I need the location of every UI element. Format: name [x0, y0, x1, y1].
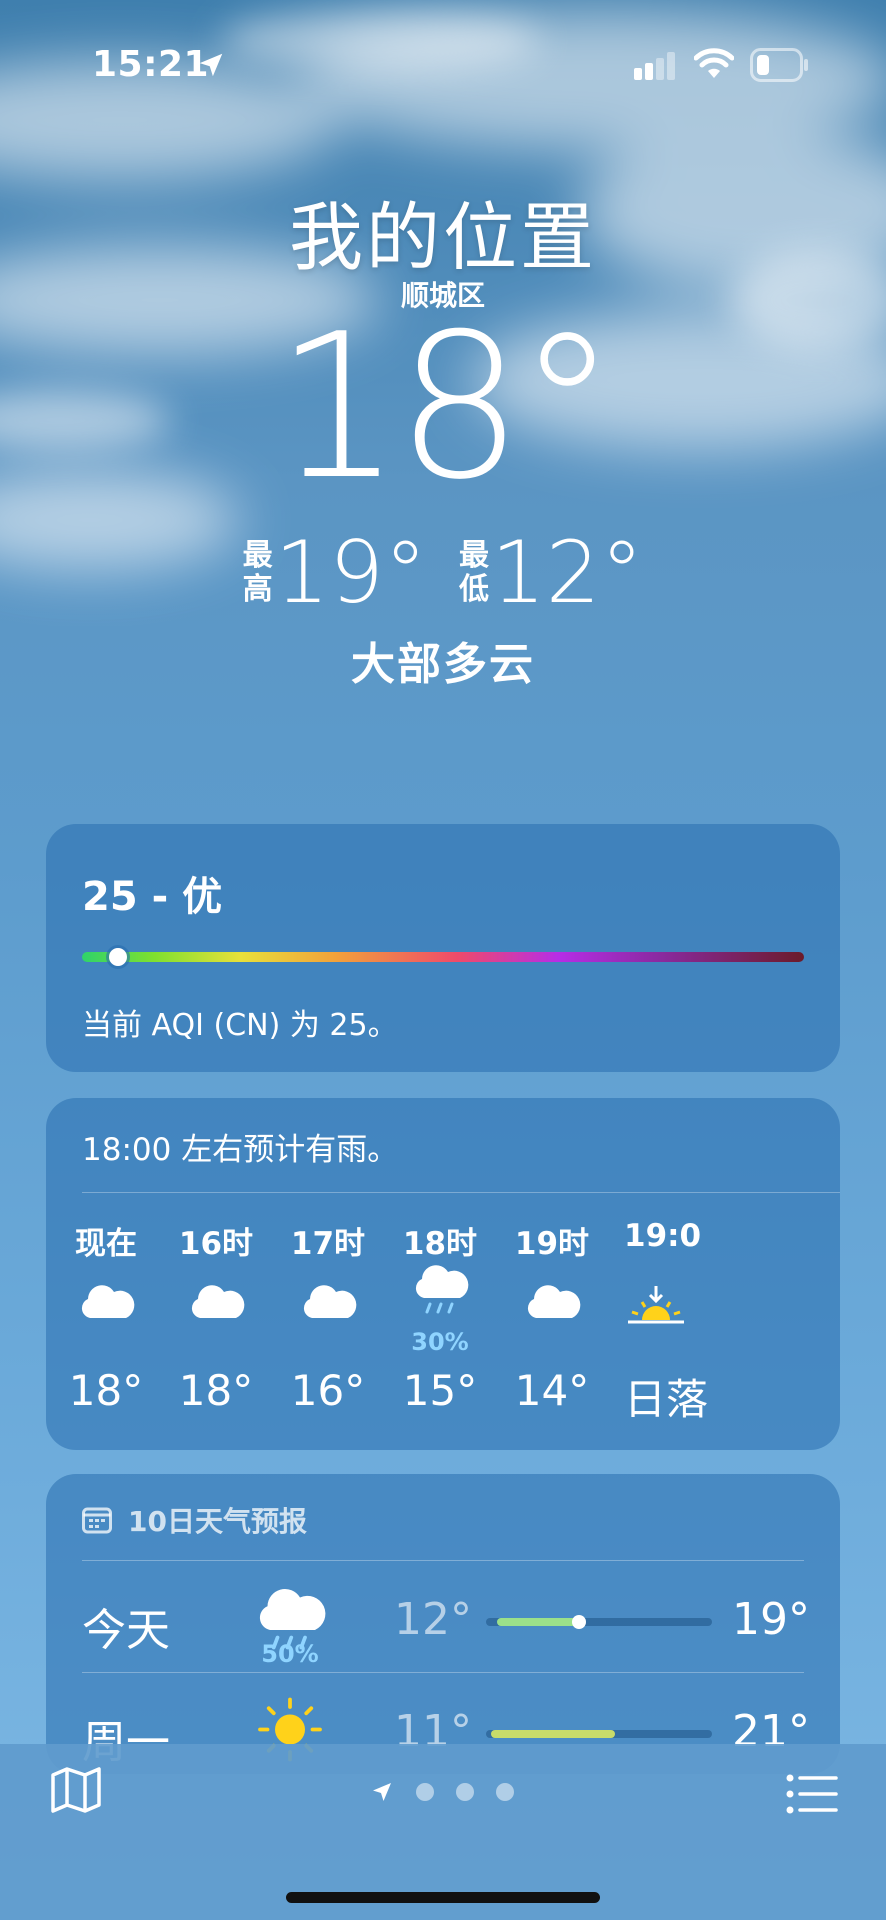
home-indicator[interactable]	[286, 1892, 600, 1903]
cloud-icon	[191, 1285, 245, 1318]
location-title: 我的位置	[289, 195, 597, 281]
cloud-icon	[303, 1285, 357, 1318]
temp-range-bar	[486, 1615, 712, 1629]
forecast-day: 今天	[82, 1605, 170, 1656]
page-dot[interactable]	[416, 1783, 434, 1801]
forecast-high: 19°	[732, 1594, 810, 1645]
condition-text: 大部多云	[351, 639, 535, 690]
high-temp: 19°	[274, 523, 427, 623]
hour-item: 18时 30% 15°	[380, 1218, 500, 1415]
hour-item: 19时 14°	[492, 1218, 612, 1415]
hour-label: 19时	[514, 1226, 590, 1262]
cloud-icon	[527, 1285, 581, 1318]
current-temp-dot	[571, 1615, 586, 1629]
hour-temp: 日落	[624, 1375, 709, 1424]
hour-item: 16时 18°	[156, 1218, 276, 1415]
current-temperature: 18°	[274, 291, 618, 524]
forecast-precip: 50%	[261, 1640, 319, 1668]
hour-temp: 15°	[402, 1366, 478, 1415]
low-label-char-2: 低	[459, 572, 489, 607]
hourly-headline: 18:00 左右预计有雨。	[82, 1132, 399, 1168]
page-dot[interactable]	[496, 1783, 514, 1801]
high-low: 最 高 19° 最 低 12°	[0, 530, 886, 616]
hour-label: 18时	[402, 1226, 478, 1262]
hour-label: 17时	[290, 1226, 366, 1262]
list-icon[interactable]	[786, 1774, 838, 1814]
aqi-card[interactable]: 25 - 优 当前 AQI (CN) 为 25。	[46, 824, 840, 1072]
divider	[82, 1672, 804, 1673]
hour-label: 16时	[178, 1226, 254, 1262]
page-indicator[interactable]	[370, 1780, 514, 1804]
temp-range-bar	[486, 1730, 712, 1738]
cellular-signal-icon	[634, 52, 675, 80]
status-bar: 15:21	[0, 0, 886, 130]
temp-range-fill	[490, 1730, 615, 1738]
cloud-rain-icon	[415, 1265, 469, 1314]
cloud-icon	[81, 1285, 135, 1318]
aqi-scale-bar	[82, 952, 804, 962]
aqi-description: 当前 AQI (CN) 为 25。	[82, 1008, 398, 1043]
low-label-char-1: 最	[459, 538, 489, 573]
calendar-icon	[82, 1507, 112, 1534]
high-temp-group: 最 高 19°	[243, 530, 427, 616]
hour-label: 现在	[75, 1226, 137, 1262]
location-arrow-icon[interactable]	[370, 1780, 394, 1804]
high-label-char-2: 高	[242, 572, 273, 607]
map-icon[interactable]	[50, 1766, 102, 1814]
hour-temp: 14°	[514, 1366, 590, 1415]
status-time: 15:21	[92, 44, 210, 85]
wifi-icon	[694, 48, 734, 78]
high-label-char-1: 最	[242, 538, 273, 573]
bottom-toolbar	[0, 1744, 886, 1920]
battery-icon	[750, 48, 808, 82]
forecast-low: 12°	[394, 1594, 472, 1645]
hour-item: 17时 16°	[268, 1218, 388, 1415]
sunset-icon	[628, 1286, 684, 1324]
forecast-header: 10日天气预报	[128, 1505, 307, 1538]
divider	[82, 1560, 804, 1561]
hour-temp: 18°	[68, 1366, 144, 1415]
low-temp: 12°	[491, 523, 644, 623]
hour-label: 19:0	[624, 1218, 702, 1254]
low-temp-group: 最 低 12°	[459, 530, 643, 616]
hour-item: 19:0 日落	[598, 1218, 764, 1427]
page-dot[interactable]	[456, 1783, 474, 1801]
aqi-indicator	[109, 948, 128, 966]
hour-precip: 30%	[411, 1328, 469, 1356]
aqi-value: 25 - 优	[82, 874, 223, 920]
location-arrow-icon	[199, 53, 223, 77]
hour-temp: 16°	[290, 1366, 366, 1415]
forecast-row[interactable]: 今天 50% 12° 19°	[46, 1568, 840, 1668]
temp-range-fill	[497, 1618, 579, 1626]
divider	[82, 1192, 840, 1193]
ten-day-forecast-card[interactable]: 10日天气预报 今天 50% 12° 19° 周一 11° 21°	[46, 1474, 840, 1774]
hourly-forecast-card[interactable]: 18:00 左右预计有雨。 现在 18° 16时 18° 17时 16° 18时…	[46, 1098, 840, 1450]
hour-temp: 18°	[178, 1366, 254, 1415]
hour-item: 现在 18°	[46, 1218, 166, 1415]
